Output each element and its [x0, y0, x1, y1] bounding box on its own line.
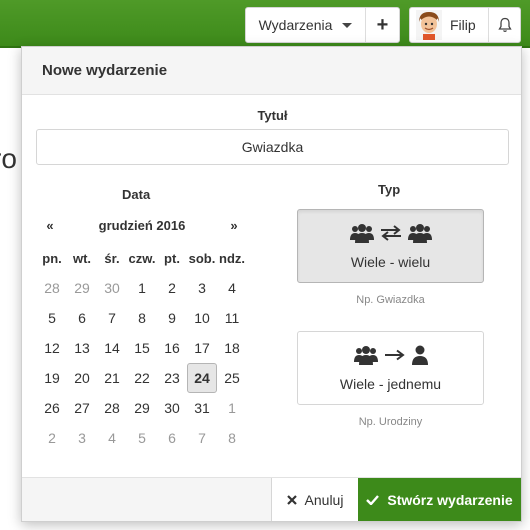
calendar-day[interactable]: 29 — [67, 273, 97, 303]
weekday-header: wt. — [72, 250, 92, 266]
calendar-day[interactable]: 2 — [37, 423, 67, 453]
type-option-hint: Np. Gwiazdka — [356, 294, 425, 306]
add-event-button[interactable]: + — [366, 8, 399, 42]
modal-title: Nowe wydarzenie — [22, 47, 521, 95]
user-menu-button[interactable]: Filip — [410, 8, 489, 42]
calendar-day[interactable]: 17 — [187, 333, 217, 363]
calendar-day[interactable]: 23 — [157, 363, 187, 393]
top-navbar: Wydarzenia + Filip — [0, 0, 530, 48]
weekday-header: pn. — [42, 250, 62, 266]
users-icon — [353, 346, 378, 365]
calendar-day[interactable]: 3 — [67, 423, 97, 453]
chevron-down-icon — [342, 22, 353, 28]
calendar-day[interactable]: 16 — [157, 333, 187, 363]
calendar-day[interactable]: 15 — [127, 333, 157, 363]
users-icon — [407, 224, 432, 243]
cancel-button[interactable]: Anuluj — [271, 478, 358, 521]
calendar-day[interactable]: 30 — [97, 273, 127, 303]
user-icon — [411, 345, 428, 365]
calendar-day[interactable]: 8 — [217, 423, 247, 453]
events-dropdown[interactable]: Wydarzenia — [246, 8, 366, 42]
create-event-button-label: Stwórz wydarzenie — [387, 491, 513, 508]
calendar-day[interactable]: 25 — [217, 363, 247, 393]
close-icon — [286, 494, 297, 505]
type-option-label: Wiele - jednemu — [339, 376, 442, 392]
calendar-day[interactable]: 19 — [37, 363, 67, 393]
type-option-many-to-one[interactable]: Wiele - jednemu — [297, 331, 484, 405]
calendar-day[interactable]: 6 — [67, 303, 97, 333]
calendar-day[interactable]: 28 — [37, 273, 67, 303]
create-event-button[interactable]: Stwórz wydarzenie — [358, 478, 521, 521]
calendar-day[interactable]: 2 — [157, 273, 187, 303]
type-option-many-to-many[interactable]: Wiele - wielu — [297, 209, 484, 283]
calendar-day[interactable]: 4 — [217, 273, 247, 303]
calendar-day[interactable]: 1 — [217, 393, 247, 423]
plus-icon: + — [376, 13, 389, 36]
background-page-text: ro — [0, 143, 17, 174]
events-button-group: Wydarzenia + — [245, 7, 400, 43]
calendar-day[interactable]: 31 — [187, 393, 217, 423]
calendar-day[interactable]: 8 — [127, 303, 157, 333]
events-dropdown-label: Wydarzenia — [258, 17, 333, 33]
calendar-header: « grudzień 2016 » — [37, 213, 247, 237]
title-field-label: Tytuł — [257, 108, 288, 123]
calendar-prev-button[interactable]: « — [37, 218, 63, 233]
group-to-user-icon — [353, 344, 428, 366]
weekday-header: pt. — [164, 250, 180, 266]
cancel-button-label: Anuluj — [304, 491, 344, 508]
title-input[interactable] — [36, 129, 509, 165]
calendar-day[interactable]: 3 — [187, 273, 217, 303]
calendar-day[interactable]: 14 — [97, 333, 127, 363]
calendar-day[interactable]: 5 — [37, 303, 67, 333]
user-button-group: Filip — [409, 7, 521, 43]
calendar-day[interactable]: 6 — [157, 423, 187, 453]
calendar-day[interactable]: 7 — [97, 303, 127, 333]
weekday-header: czw. — [128, 250, 156, 266]
calendar-day[interactable]: 1 — [127, 273, 157, 303]
calendar-day[interactable]: 18 — [217, 333, 247, 363]
weekday-header: ndz. — [219, 250, 245, 266]
calendar-day[interactable]: 27 — [67, 393, 97, 423]
check-icon — [366, 494, 380, 505]
calendar-day[interactable]: 24 — [187, 363, 217, 393]
type-option-label: Wiele - wielu — [350, 254, 431, 270]
users-icon — [349, 224, 374, 243]
notifications-button[interactable] — [489, 8, 520, 42]
calendar-day[interactable]: 13 — [67, 333, 97, 363]
modal-footer: Anuluj Stwórz wydarzenie — [22, 477, 521, 521]
calendar-grid: pn. wt. śr. czw. pt. sob. ndz. 28 29 30 1 2 3 4 5 6 7 8 9 1… — [37, 243, 247, 453]
calendar-day[interactable]: 12 — [37, 333, 67, 363]
calendar-day[interactable]: 7 — [187, 423, 217, 453]
calendar-day[interactable]: 9 — [157, 303, 187, 333]
calendar-day[interactable]: 4 — [97, 423, 127, 453]
calendar-day[interactable]: 21 — [97, 363, 127, 393]
group-exchange-group-icon — [349, 222, 432, 244]
calendar-day[interactable]: 26 — [37, 393, 67, 423]
calendar-day[interactable]: 28 — [97, 393, 127, 423]
calendar-month-title[interactable]: grudzień 2016 — [99, 218, 186, 233]
new-event-modal: Nowe wydarzenie Tytuł Data « grudzień 20… — [21, 46, 522, 522]
user-name: Filip — [450, 17, 476, 33]
calendar-day[interactable]: 11 — [217, 303, 247, 333]
calendar-day[interactable]: 10 — [187, 303, 217, 333]
avatar — [416, 10, 442, 40]
exchange-icon — [380, 225, 401, 241]
type-option-hint: Np. Urodziny — [358, 416, 423, 428]
weekday-header: sob. — [188, 250, 216, 266]
calendar-day[interactable]: 22 — [127, 363, 157, 393]
calendar-next-button[interactable]: » — [221, 218, 247, 233]
bell-icon — [497, 17, 512, 33]
calendar-day[interactable]: 29 — [127, 393, 157, 423]
calendar-day[interactable]: 20 — [67, 363, 97, 393]
arrow-right-icon — [384, 349, 405, 361]
type-label: Typ — [378, 182, 401, 197]
calendar-day[interactable]: 30 — [157, 393, 187, 423]
weekday-header: śr. — [104, 250, 120, 266]
calendar-day[interactable]: 5 — [127, 423, 157, 453]
date-label: Data — [122, 187, 151, 202]
